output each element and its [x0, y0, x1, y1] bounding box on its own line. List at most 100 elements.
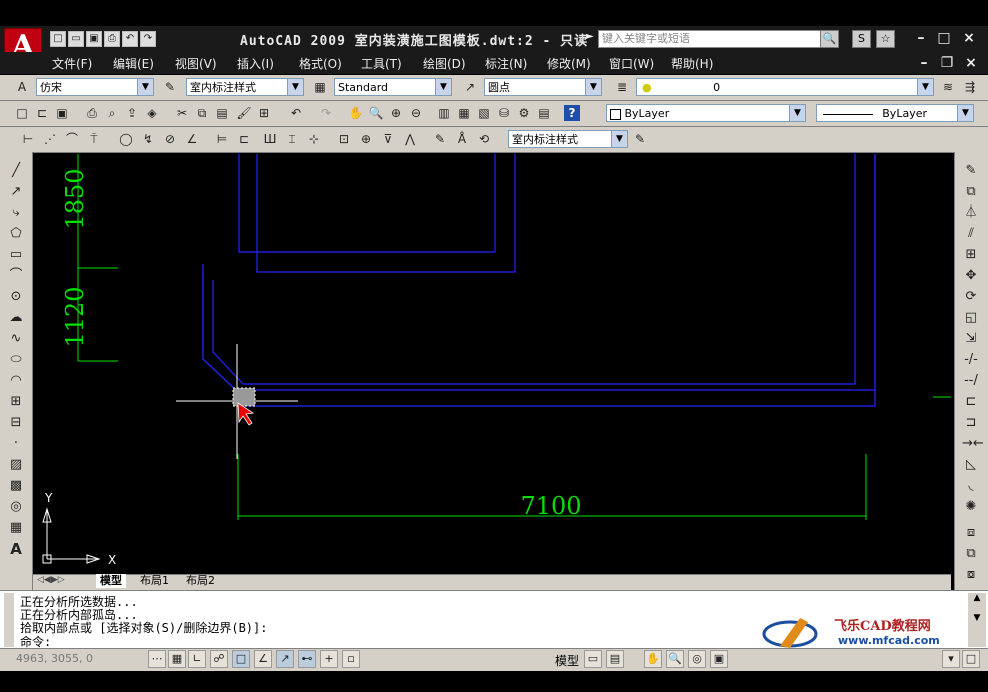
search-input[interactable]: 键入关键字或短语	[598, 30, 821, 48]
copy-icon[interactable]: ⧉	[194, 105, 210, 121]
ortho-mode-icon[interactable]: ∟	[188, 650, 206, 668]
quick-properties-icon[interactable]: ▫	[342, 650, 360, 668]
dim-update-icon[interactable]: ⟲	[476, 131, 492, 147]
dim-style-combo[interactable]: 室内标注样式 ▼	[186, 78, 304, 96]
plot-preview-icon[interactable]: ⌕	[104, 105, 120, 121]
arc-icon[interactable]: ⌒	[7, 267, 25, 285]
undo-tool-icon[interactable]: ↶	[288, 105, 304, 121]
showmotion-icon[interactable]: ▣	[710, 650, 728, 668]
move-icon[interactable]: ✥	[962, 267, 980, 285]
cut-icon[interactable]: ✂	[174, 105, 190, 121]
properties-icon[interactable]: ▥	[436, 105, 452, 121]
layer-properties-icon[interactable]: ≣	[614, 79, 630, 95]
scale-icon[interactable]: ◱	[962, 309, 980, 327]
snap-mode-icon[interactable]: ⋯	[148, 650, 166, 668]
paste-icon[interactable]: ▤	[214, 105, 230, 121]
menu-edit[interactable]: 编辑(E)	[113, 55, 154, 72]
open-icon[interactable]: ▭	[68, 31, 84, 47]
tray-settings-icon[interactable]: ▾	[942, 650, 960, 668]
menu-format[interactable]: 格式(O)	[299, 55, 342, 72]
linear-dim-icon[interactable]: ⊢	[20, 131, 36, 147]
tolerance-icon[interactable]: ⊡	[336, 131, 352, 147]
dim-space-icon[interactable]: ⌶	[284, 131, 300, 147]
jogged-linear-icon[interactable]: ⋀	[402, 131, 418, 147]
communication-icon[interactable]: S	[852, 30, 871, 48]
menu-insert[interactable]: 插入(I)	[237, 55, 274, 72]
extend-icon[interactable]: --/	[962, 372, 980, 390]
zoom-realtime-icon[interactable]: 🔍	[368, 105, 384, 121]
chamfer-icon[interactable]: ◺	[962, 456, 980, 474]
table-style-icon[interactable]: ▦	[312, 79, 328, 95]
angular-dim-icon[interactable]: ∠	[184, 131, 200, 147]
minimize-button[interactable]: –	[912, 30, 930, 46]
model-space-label[interactable]: 模型	[555, 652, 579, 669]
sheet-set-icon[interactable]: ⛁	[496, 105, 512, 121]
explode-icon[interactable]: ✺	[962, 498, 980, 516]
command-grip[interactable]	[4, 593, 14, 647]
copy-object-icon[interactable]: ⧉	[962, 183, 980, 201]
ellipse-arc-icon[interactable]: ◠	[7, 372, 25, 390]
help-icon[interactable]: ?	[564, 105, 580, 121]
polygon-icon[interactable]: ⬠	[7, 225, 25, 243]
open-file-icon[interactable]: ⊏	[34, 105, 50, 121]
undo-icon[interactable]: ↶	[122, 31, 138, 47]
bring-front-icon[interactable]: ⧉	[962, 545, 980, 563]
menu-view[interactable]: 视图(V)	[175, 55, 217, 72]
dim-style-icon[interactable]: ✎	[162, 79, 178, 95]
pan-icon[interactable]: ✋	[348, 105, 364, 121]
save-icon[interactable]: ▣	[86, 31, 102, 47]
point-icon[interactable]: ·	[7, 435, 25, 453]
publish-icon[interactable]: ⇪	[124, 105, 140, 121]
array-icon[interactable]: ⊞	[962, 246, 980, 264]
favorites-icon[interactable]: ☆	[876, 30, 895, 48]
rotate-icon[interactable]: ⟳	[962, 288, 980, 306]
tab-layout2[interactable]: 布局2	[182, 574, 219, 588]
menu-window[interactable]: 窗口(W)	[609, 55, 654, 72]
gradient-icon[interactable]: ▩	[7, 477, 25, 495]
multileader-style-combo[interactable]: 圆点 ▼	[484, 78, 602, 96]
arc-length-icon[interactable]: ⌒	[64, 131, 80, 147]
clean-screen-icon[interactable]: □	[962, 650, 980, 668]
zoom-previous-icon[interactable]: ⊖	[408, 105, 424, 121]
table-icon[interactable]: ▦	[7, 519, 25, 537]
ordinate-dim-icon[interactable]: ⍑	[86, 131, 102, 147]
menu-tools[interactable]: 工具(T)	[361, 55, 402, 72]
tool-palettes-icon[interactable]: ▧	[476, 105, 492, 121]
zoom-window-icon[interactable]: ⊕	[388, 105, 404, 121]
spline-icon[interactable]: ∿	[7, 330, 25, 348]
polyline-icon[interactable]: ⤷	[7, 204, 25, 222]
object-snap-icon[interactable]: □	[232, 650, 250, 668]
tab-model[interactable]: 模型	[96, 574, 126, 588]
rectangle-icon[interactable]: ▭	[7, 246, 25, 264]
design-center-icon[interactable]: ▦	[456, 105, 472, 121]
match-properties-icon[interactable]: 🖌	[236, 105, 252, 121]
ellipse-icon[interactable]: ⬭	[7, 351, 25, 369]
search-arrow-icon[interactable]: ►	[586, 31, 594, 42]
grid-display-icon[interactable]: ▦	[168, 650, 186, 668]
menu-draw[interactable]: 绘图(D)	[423, 55, 466, 72]
multiline-text-icon[interactable]: A	[7, 540, 25, 558]
radius-dim-icon[interactable]: ◯	[118, 131, 134, 147]
center-mark-icon[interactable]: ⊕	[358, 131, 374, 147]
join-icon[interactable]: →←	[962, 435, 984, 453]
dim-edit-icon[interactable]: ✎	[432, 131, 448, 147]
circle-icon[interactable]: ⊙	[7, 288, 25, 306]
aligned-dim-icon[interactable]: ⋰	[42, 131, 58, 147]
text-style-combo[interactable]: 仿宋 ▼	[36, 78, 154, 96]
offset-icon[interactable]: ⫽	[962, 225, 980, 243]
block-editor-icon[interactable]: ⊞	[256, 105, 272, 121]
inspection-icon[interactable]: ⊽	[380, 131, 396, 147]
calculator-icon[interactable]: ▤	[536, 105, 552, 121]
search-icon[interactable]: 🔍	[820, 30, 839, 48]
doc-minimize-button[interactable]: –	[915, 55, 933, 71]
insert-block-icon[interactable]: ⊞	[7, 393, 25, 411]
hatch-icon[interactable]: ▨	[7, 456, 25, 474]
layer-combo[interactable]: ● 0 ▼	[636, 78, 934, 96]
quick-dim-icon[interactable]: ⊨	[214, 131, 230, 147]
table-style-combo[interactable]: Standard ▼	[334, 78, 452, 96]
plot-icon[interactable]: ⎙	[104, 31, 120, 47]
markup-icon[interactable]: ⚙	[516, 105, 532, 121]
doc-close-button[interactable]: ×	[962, 55, 980, 71]
object-snap-tracking-icon[interactable]: ∠	[254, 650, 272, 668]
region-icon[interactable]: ◎	[7, 498, 25, 516]
